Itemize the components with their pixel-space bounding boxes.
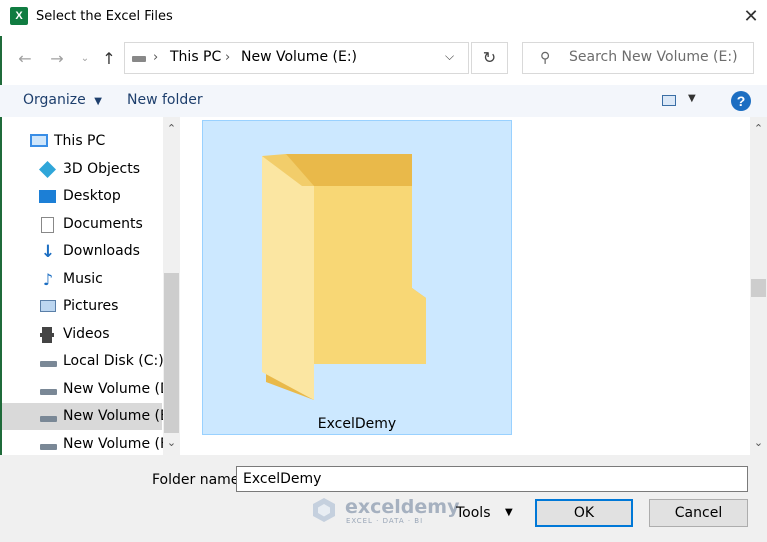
sidebar-item-local-disk-c[interactable]: Local Disk (C:) [2, 348, 164, 375]
breadcrumb-separator-icon: › [225, 50, 231, 65]
drive-icon [40, 416, 57, 422]
organize-button[interactable]: Organize ▼ [23, 92, 102, 108]
sidebar-item-label: New Volume (F:) [63, 436, 178, 452]
content-scrollbar-thumb[interactable] [751, 279, 766, 297]
arrow-left-icon: ← [18, 49, 32, 68]
sidebar-item-music[interactable]: ♪ Music [2, 266, 162, 293]
scroll-down-icon[interactable]: ⌄ [163, 436, 180, 449]
desktop-icon [39, 190, 56, 203]
sidebar-item-label: Downloads [63, 243, 140, 259]
breadcrumb-separator-icon: › [153, 50, 159, 65]
folder-icon [262, 154, 426, 400]
sidebar-item-new-volume-f[interactable]: New Volume (F:) [2, 431, 177, 458]
back-button[interactable]: ← [14, 48, 36, 70]
close-button[interactable]: ✕ [738, 4, 764, 30]
refresh-icon: ↻ [482, 48, 497, 67]
chevron-down-icon: ⌵ [445, 49, 455, 63]
forward-button[interactable]: → [46, 48, 68, 70]
scroll-up-icon[interactable]: ⌃ [163, 122, 180, 135]
arrow-up-icon: ↑ [102, 49, 116, 68]
cancel-button[interactable]: Cancel [649, 499, 748, 527]
scroll-up-icon[interactable]: ⌃ [750, 122, 767, 135]
sidebar-item-label: Videos [63, 326, 110, 342]
sidebar-item-this-pc[interactable]: This PC [2, 128, 162, 155]
chevron-down-icon: ▼ [94, 96, 102, 107]
computer-icon [30, 134, 48, 147]
breadcrumb-this-pc[interactable]: This PC [170, 49, 221, 65]
watermark-tagline: EXCEL · DATA · BI [346, 517, 424, 525]
navigation-pane: This PC 3D Objects Desktop Documents ↓ D… [0, 117, 180, 455]
sidebar-item-label: Pictures [63, 298, 119, 314]
folder-label: ExcelDemy [317, 416, 397, 432]
drive-icon [132, 56, 146, 62]
sidebar-item-new-volume-e[interactable]: New Volume (E:) [2, 403, 179, 430]
sidebar-item-downloads[interactable]: ↓ Downloads [2, 238, 162, 265]
new-folder-button[interactable]: New folder [127, 92, 203, 108]
drive-icon [40, 361, 57, 367]
sidebar-item-pictures[interactable]: Pictures [2, 293, 162, 320]
download-icon: ↓ [40, 242, 56, 262]
sidebar-item-label: This PC [54, 133, 106, 149]
window-title: Select the Excel Files [36, 9, 173, 24]
sidebar-item-label: New Volume (E:) [63, 408, 179, 424]
folder-name-field[interactable]: ExcelDemy [236, 466, 748, 492]
watermark-brand: exceldemy [345, 496, 460, 518]
search-placeholder: Search New Volume (E:) [569, 49, 738, 65]
sidebar-item-label: Desktop [63, 188, 121, 204]
sidebar-item-documents[interactable]: Documents [2, 211, 162, 238]
breadcrumb-new-volume-e[interactable]: New Volume (E:) [241, 49, 357, 65]
view-options-chevron-icon[interactable]: ▼ [688, 93, 696, 104]
drive-icon [40, 444, 57, 450]
sidebar-item-videos[interactable]: Videos [2, 321, 162, 348]
scroll-down-icon[interactable]: ⌄ [750, 436, 767, 449]
sidebar-item-label: Documents [63, 216, 143, 232]
ok-button[interactable]: OK [535, 499, 633, 527]
exceldemy-logo-icon [313, 498, 335, 522]
recent-locations-button[interactable]: ⌄ [74, 48, 96, 70]
navigation-scrollbar-thumb[interactable] [164, 273, 179, 433]
close-icon: ✕ [743, 6, 759, 27]
folder-name-label: Folder name: [152, 472, 245, 488]
up-button[interactable]: ↑ [98, 48, 120, 70]
video-icon [40, 327, 54, 343]
search-icon: ⚲ [540, 50, 551, 66]
refresh-button[interactable]: ↻ [471, 42, 508, 74]
sidebar-item-label: Music [63, 271, 103, 287]
drive-icon [40, 389, 57, 395]
picture-icon [40, 300, 56, 312]
sidebar-item-label: Local Disk (C:) [63, 353, 164, 369]
sidebar-item-3d-objects[interactable]: 3D Objects [2, 156, 162, 183]
view-options-icon[interactable] [662, 95, 676, 106]
tools-chevron-icon[interactable]: ▼ [505, 507, 513, 518]
tools-button[interactable]: Tools [456, 505, 491, 521]
help-button[interactable]: ? [731, 91, 751, 111]
address-dropdown-button[interactable]: ⌵ [445, 49, 454, 64]
cube-icon [39, 161, 56, 178]
arrow-right-icon: → [50, 49, 64, 68]
excel-app-icon: X [10, 7, 28, 25]
sidebar-item-new-volume-d[interactable]: New Volume (D: [2, 376, 175, 403]
organize-label: Organize [23, 92, 86, 108]
sidebar-item-desktop[interactable]: Desktop [2, 183, 162, 210]
document-icon [41, 217, 54, 233]
command-bar [0, 85, 767, 117]
sidebar-item-label: 3D Objects [63, 161, 141, 177]
music-icon: ♪ [42, 270, 54, 289]
chevron-down-icon: ⌄ [80, 53, 90, 64]
sidebar-item-label: New Volume (D: [63, 381, 176, 397]
